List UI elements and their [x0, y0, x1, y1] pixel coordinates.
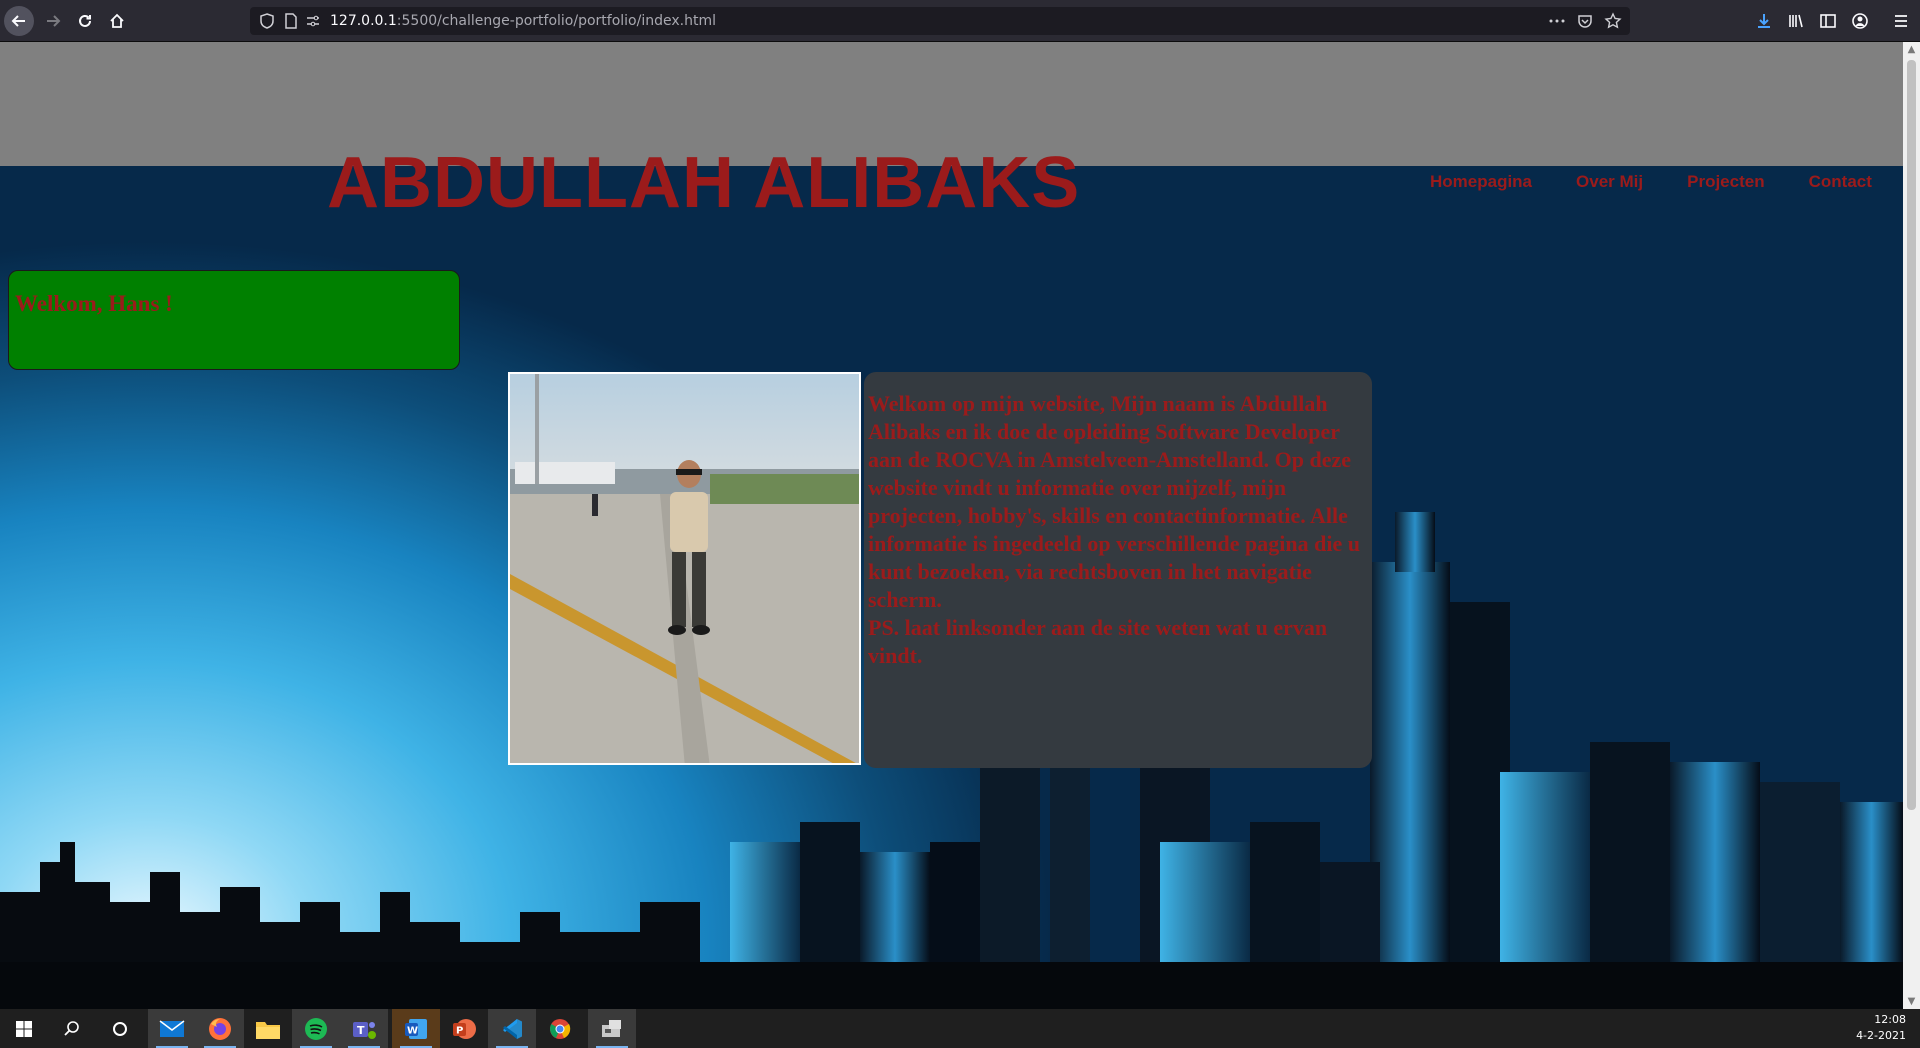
url-host: 127.0.0.1 [330, 13, 397, 29]
search-icon [64, 1020, 79, 1036]
site-title: ABDULLAH ALIBAKS [327, 143, 1081, 223]
word-icon: W [405, 1018, 427, 1039]
nav-link-homepagina[interactable]: Homepagina [1430, 172, 1532, 192]
reload-button[interactable] [70, 6, 100, 36]
browser-toolbar: 127.0.0.1:5500/challenge-portfolio/portf… [0, 0, 1920, 42]
firefox-icon [209, 1017, 231, 1040]
permissions-icon[interactable] [304, 12, 322, 30]
vscode-icon [503, 1018, 522, 1039]
profile-photo-image [510, 374, 859, 763]
intro-paragraph: Welkom op mijn website, Mijn naam is Abd… [868, 391, 1360, 612]
svg-text:T: T [357, 1024, 365, 1037]
search-button[interactable] [48, 1009, 96, 1048]
taskbar-app-firefox[interactable] [196, 1009, 244, 1048]
url-path: :5500/challenge-portfolio/portfolio/inde… [396, 13, 716, 29]
clock-time: 12:08 [1874, 1013, 1906, 1026]
address-bar[interactable]: 127.0.0.1:5500/challenge-portfolio/portf… [250, 7, 1630, 35]
teams-icon: T [353, 1021, 376, 1039]
menu-button[interactable] [1886, 6, 1916, 36]
home-button[interactable] [102, 6, 132, 36]
account-icon [1852, 13, 1868, 29]
back-button[interactable] [4, 6, 34, 36]
intro-text: Welkom op mijn website, Mijn naam is Abd… [868, 390, 1374, 670]
vertical-scrollbar[interactable]: ▲ ▼ [1903, 42, 1920, 1009]
library-button[interactable] [1781, 6, 1811, 36]
welcome-box: Welkom, Hans ! [8, 270, 460, 370]
taskbar-app-file-explorer[interactable] [244, 1009, 292, 1048]
account-button[interactable] [1845, 6, 1875, 36]
taskbar-app-powerpoint[interactable]: P [440, 1009, 488, 1048]
more-actions-icon[interactable] [1548, 12, 1566, 30]
chrome-icon [550, 1018, 571, 1039]
sidebar-button[interactable] [1813, 6, 1843, 36]
arrow-left-icon [11, 15, 25, 27]
forward-button[interactable] [38, 6, 68, 36]
taskbar-app-devices[interactable] [588, 1009, 636, 1048]
library-icon [1789, 14, 1803, 28]
profile-photo [508, 372, 861, 765]
taskbar-app-teams[interactable]: T [340, 1009, 388, 1048]
nav-link-projecten[interactable]: Projecten [1687, 172, 1764, 192]
taskbar-app-word[interactable]: W [392, 1009, 440, 1048]
cortana-icon [113, 1021, 127, 1036]
spotify-icon [305, 1017, 327, 1040]
windows-icon [16, 1020, 32, 1037]
clock-date: 4-2-2021 [1856, 1029, 1906, 1042]
welcome-message: Welkom, Hans ! [15, 291, 173, 316]
svg-text:P: P [456, 1025, 463, 1036]
mail-icon [159, 1019, 185, 1037]
intro-ps: PS. laat linksonder aan de site weten wa… [868, 615, 1328, 668]
intro-box: Welkom op mijn website, Mijn naam is Abd… [864, 372, 1372, 768]
file-explorer-icon [256, 1021, 280, 1039]
home-icon [110, 13, 124, 28]
nav-link-over-mij[interactable]: Over Mij [1576, 172, 1643, 192]
shield-icon[interactable] [258, 12, 276, 30]
pocket-icon[interactable] [1576, 12, 1594, 30]
downloads-button[interactable] [1749, 6, 1779, 36]
taskbar-app-chrome[interactable] [536, 1009, 584, 1048]
page-viewport: ABDULLAH ALIBAKS Homepagina Over Mij Pro… [0, 42, 1903, 1009]
download-icon [1758, 14, 1770, 28]
arrow-right-icon [47, 15, 61, 27]
start-button[interactable] [0, 1009, 48, 1048]
url-text[interactable]: 127.0.0.1:5500/challenge-portfolio/portf… [330, 13, 716, 29]
scroll-up-arrow-icon[interactable]: ▲ [1906, 44, 1917, 55]
system-clock[interactable]: 12:08 4-2-2021 [1856, 1012, 1906, 1044]
page-icon [285, 13, 297, 29]
taskbar-app-mail[interactable] [148, 1009, 196, 1048]
main-nav: Homepagina Over Mij Projecten Contact [1430, 172, 1872, 192]
bookmark-star-icon[interactable] [1604, 12, 1622, 30]
scrollbar-thumb[interactable] [1907, 60, 1916, 810]
taskbar: T W P 12:08 4-2-2021 [0, 1009, 1920, 1048]
nav-link-contact[interactable]: Contact [1809, 172, 1872, 192]
powerpoint-icon: P [453, 1018, 476, 1039]
reload-icon [79, 14, 91, 27]
taskbar-app-spotify[interactable] [292, 1009, 340, 1048]
devices-icon [602, 1019, 621, 1037]
taskbar-app-vscode[interactable] [488, 1009, 536, 1048]
scroll-down-arrow-icon[interactable]: ▼ [1906, 996, 1917, 1007]
cortana-button[interactable] [96, 1009, 144, 1048]
svg-text:W: W [407, 1025, 418, 1036]
hamburger-icon [1895, 15, 1907, 27]
sidebar-icon [1820, 14, 1836, 28]
